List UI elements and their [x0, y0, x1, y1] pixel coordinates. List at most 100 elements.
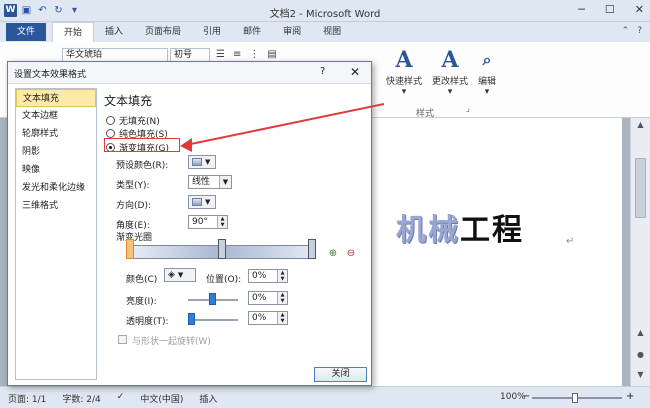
document-text[interactable]: 机械工程 [396, 205, 524, 249]
tab-mailings[interactable]: 邮件 [232, 22, 272, 42]
tab-review[interactable]: 审阅 [272, 22, 312, 42]
scrollbar-thumb[interactable] [635, 158, 646, 218]
preset-colors-label: 预设颜色(R): [116, 161, 169, 171]
tab-file[interactable]: 文件 [6, 23, 46, 41]
preset-swatch [192, 158, 202, 166]
help-icon[interactable]: ? [637, 26, 642, 36]
position-spinner-icon[interactable]: ▲ ▼ [277, 270, 287, 282]
color-label: 颜色(C) [126, 275, 158, 285]
scroll-down-icon[interactable]: ▼ [631, 370, 650, 379]
change-styles-icon: A [441, 47, 459, 73]
direction-picker[interactable]: ▼ [188, 195, 216, 209]
solid-text: 工程 [460, 213, 524, 248]
type-dropdown-icon: ▼ [219, 176, 231, 188]
document-page[interactable] [372, 118, 622, 386]
nav-item-text-fill[interactable]: 文本填充 [16, 89, 96, 107]
browse-object-icon[interactable]: ● [631, 350, 650, 359]
preset-colors-picker[interactable]: ▼ [188, 155, 216, 169]
numbering-icon[interactable]: ≡ [233, 49, 241, 60]
tab-insert[interactable]: 插入 [94, 22, 134, 42]
status-words[interactable]: 字数: 2/4 [62, 392, 100, 405]
quick-styles-button[interactable]: A 快速样式 ▾ [386, 46, 422, 97]
gradient-stop-1[interactable] [126, 239, 134, 259]
status-page[interactable]: 页面: 1/1 [8, 392, 46, 405]
nav-item-reflection[interactable]: 映像 [16, 161, 96, 179]
radio-no-fill[interactable]: 无填充(N) [106, 114, 160, 127]
change-styles-button[interactable]: A 更改样式 ▾ [432, 46, 468, 97]
ribbon-tabs: 文件 开始 插入 页面布局 引用 邮件 审阅 视图 ⌃ ? [0, 22, 650, 42]
transparency-input[interactable]: 0% ▲ ▼ [248, 311, 288, 325]
gradient-stops-label: 渐变光圈 [116, 233, 153, 243]
ribbon-minimize-icon[interactable]: ⌃ [622, 26, 630, 36]
watermark-url: zhinan.sogou.com [480, 356, 572, 367]
angle-spinner-icon[interactable]: ▲ ▼ [217, 216, 227, 228]
watermark-logo: 搜狗指南 [490, 325, 546, 341]
add-gradient-stop-icon[interactable]: ⊕ [326, 247, 340, 261]
zoom-slider-knob[interactable] [572, 393, 578, 403]
position-input[interactable]: 0% ▲ ▼ [248, 269, 288, 283]
brightness-input[interactable]: 0% ▲ ▼ [248, 291, 288, 305]
dialog-nav: 文本填充 文本边框 轮廓样式 阴影 映像 发光和柔化边缘 三维格式 [15, 88, 97, 380]
dialog-title-bar: 设置文本效果格式 ? ✕ [8, 62, 371, 84]
radio-no-fill-circle[interactable] [106, 116, 115, 125]
nav-item-3d-format[interactable]: 三维格式 [16, 197, 96, 215]
direction-swatch [192, 198, 202, 206]
remove-gradient-stop-icon[interactable]: ⊖ [344, 247, 358, 261]
stop-color-picker[interactable]: ◈ ▼ [164, 268, 196, 282]
tab-view[interactable]: 视图 [312, 22, 352, 42]
brightness-slider-knob[interactable] [209, 293, 216, 305]
zoom-out-icon[interactable]: − [522, 391, 530, 402]
styles-dialog-launcher-icon[interactable]: ⌟ [466, 104, 470, 114]
status-bar: 页面: 1/1 字数: 2/4 ✓ 中文(中国) 插入 100% − + [0, 386, 650, 408]
direction-label: 方向(D): [116, 201, 151, 211]
bullets-icon[interactable]: ☰ [216, 49, 225, 60]
radio-solid-fill-circle[interactable] [106, 129, 115, 138]
binoculars-icon: ⌕ [482, 50, 492, 69]
dropdown-arrow-icon: ▼ [205, 198, 211, 206]
close-window-icon[interactable]: ✕ [635, 3, 644, 16]
rotate-with-shape-checkbox[interactable] [118, 335, 127, 344]
status-insert-mode[interactable]: 插入 [199, 392, 217, 405]
status-language[interactable]: 中文(中国) [140, 392, 183, 405]
dialog-help-icon[interactable]: ? [320, 66, 325, 77]
tab-home[interactable]: 开始 [52, 22, 95, 42]
transparency-slider-track[interactable] [188, 319, 238, 321]
type-select[interactable]: 线性 ▼ [188, 175, 232, 189]
vertical-scrollbar[interactable]: ▲ ▲ ● ▼ [630, 118, 650, 386]
brightness-label: 亮度(I): [126, 297, 157, 307]
proofing-icon[interactable]: ✓ [117, 392, 125, 405]
minimize-icon[interactable]: ─ [578, 3, 585, 16]
scroll-up-page-icon[interactable]: ▲ [631, 328, 650, 337]
nav-item-text-outline[interactable]: 文本边框 [16, 107, 96, 125]
gradient-text: 机械 [396, 213, 460, 248]
nav-item-shadow[interactable]: 阴影 [16, 143, 96, 161]
dialog-close-button[interactable]: 关闭 [314, 367, 367, 382]
angle-input[interactable]: 90° ▲ ▼ [188, 215, 228, 229]
dropdown-arrow-icon: ▼ [177, 271, 184, 279]
format-text-effects-dialog: 设置文本效果格式 ? ✕ 文本填充 文本边框 轮廓样式 阴影 映像 发光和柔化边… [7, 61, 372, 386]
maximize-icon[interactable]: ☐ [605, 3, 615, 16]
window-controls: ─ ☐ ✕ [578, 3, 644, 16]
gradient-stop-3[interactable] [308, 239, 316, 259]
nav-item-glow-soft-edges[interactable]: 发光和柔化边缘 [16, 179, 96, 197]
multilevel-list-icon[interactable]: ⋮ [249, 49, 259, 60]
brightness-spinner-icon[interactable]: ▲ ▼ [277, 292, 287, 304]
align-icon[interactable]: ▤ [267, 49, 276, 60]
title-bar: W ▣ ↶ ↻ ▾ 文档2 - Microsoft Word ─ ☐ ✕ [0, 0, 650, 22]
nav-item-outline-style[interactable]: 轮廓样式 [16, 125, 96, 143]
scroll-up-icon[interactable]: ▲ [631, 120, 650, 129]
tab-references[interactable]: 引用 [192, 22, 232, 42]
edit-button[interactable]: ⌕ 编辑 ▾ [478, 46, 496, 97]
window-title: 文档2 - Microsoft Word [269, 9, 381, 20]
zoom-in-icon[interactable]: + [626, 391, 634, 402]
transparency-slider-knob[interactable] [188, 313, 195, 325]
paragraph-mark: ↵ [566, 236, 575, 247]
dropdown-arrow-icon: ▼ [205, 158, 211, 166]
gradient-stop-2[interactable] [218, 239, 226, 259]
tab-page-layout[interactable]: 页面布局 [134, 22, 192, 42]
dialog-title: 设置文本效果格式 [14, 70, 87, 80]
dialog-close-icon[interactable]: ✕ [350, 65, 360, 79]
rotate-with-shape-label: 与形状一起旋转(W) [132, 337, 211, 347]
type-label: 类型(Y): [116, 181, 150, 191]
transparency-spinner-icon[interactable]: ▲ ▼ [277, 312, 287, 324]
